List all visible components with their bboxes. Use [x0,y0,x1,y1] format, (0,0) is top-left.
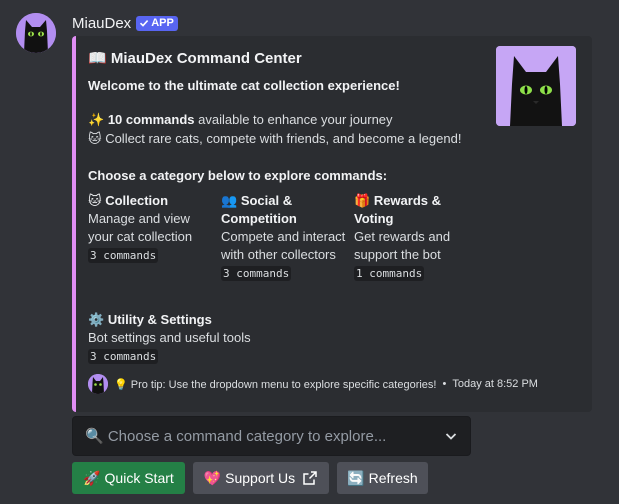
field-count: 1 commands [354,266,425,281]
external-link-icon [303,471,317,485]
support-us-button[interactable]: 💖 Support Us [193,462,329,494]
footer-separator: • [442,378,447,390]
embed-title: 📖 MiauDex Command Center [88,50,302,67]
field-description: Manage and view your cat collection [88,211,193,244]
command-category-select[interactable]: 🔍 Choose a command category to explore..… [72,416,471,456]
footer-timestamp: Today at 8:52 PM [452,378,538,390]
field-collection: 🐱 Collection Manage and view your cat co… [88,192,213,265]
field-name: Collection [105,193,169,208]
embed-collect-line: 🐱 Collect rare cats, compete with friend… [88,131,461,147]
gear-icon: ⚙️ [88,312,105,327]
field-count: 3 commands [221,266,292,281]
refresh-button[interactable]: 🔄 Refresh [337,462,428,494]
embed-choose-heading: Choose a category below to explore comma… [88,168,388,183]
embed-subtitle: Welcome to the ultimate cat collection e… [88,78,400,93]
app-badge-label: APP [151,17,174,29]
field-description: Compete and interact with other collecto… [221,229,346,262]
quick-start-button[interactable]: 🚀 Quick Start [72,462,185,494]
footer-text: 💡 Pro tip: Use the dropdown menu to expl… [114,378,437,391]
collect-text: Collect rare cats, compete with friends,… [105,131,462,146]
embed-card: 📖 MiauDex Command Center Welcome to the … [72,36,592,412]
people-icon: 👥 [221,193,238,208]
black-cat-thumbnail-icon [496,46,576,126]
field-utility: ⚙️ Utility & Settings Bot settings and u… [88,311,288,366]
bot-avatar[interactable] [16,13,56,53]
checkmark-icon [140,20,149,27]
field-description: Get rewards and support the bot [354,229,451,262]
field-count: 3 commands [88,349,159,364]
bot-username[interactable]: MiauDex [72,15,131,32]
black-cat-avatar-icon [16,13,56,53]
cat-face-icon: 🐱 [88,193,102,208]
sparkles-icon: ✨ [88,112,105,127]
support-label: 💖 Support Us [203,469,296,486]
commands-count: 10 commands [107,112,195,127]
field-name: Utility & Settings [107,312,212,327]
footer-avatar [88,374,108,394]
app-badge: APP [136,15,178,31]
message-header: MiauDex APP [72,13,178,33]
gift-icon: 🎁 [354,193,371,208]
field-description: Bot settings and useful tools [88,330,251,345]
quick-start-label: 🚀 Quick Start [83,469,174,486]
chevron-down-icon [445,433,457,440]
cat-face-icon: 🐱 [88,131,102,146]
select-placeholder: 🔍 Choose a command category to explore..… [85,428,387,445]
field-social: 👥 Social & Competition Compete and inter… [221,192,346,283]
refresh-label: 🔄 Refresh [347,469,418,486]
commands-text: available to enhance your journey [194,112,393,127]
embed-thumbnail[interactable] [496,46,576,126]
embed-footer: 💡 Pro tip: Use the dropdown menu to expl… [88,374,538,394]
black-cat-icon [88,374,108,394]
embed-commands-line: ✨ 10 commands available to enhance your … [88,112,393,128]
field-count: 3 commands [88,248,159,263]
field-rewards: 🎁 Rewards & Voting Get rewards and suppo… [354,192,479,283]
